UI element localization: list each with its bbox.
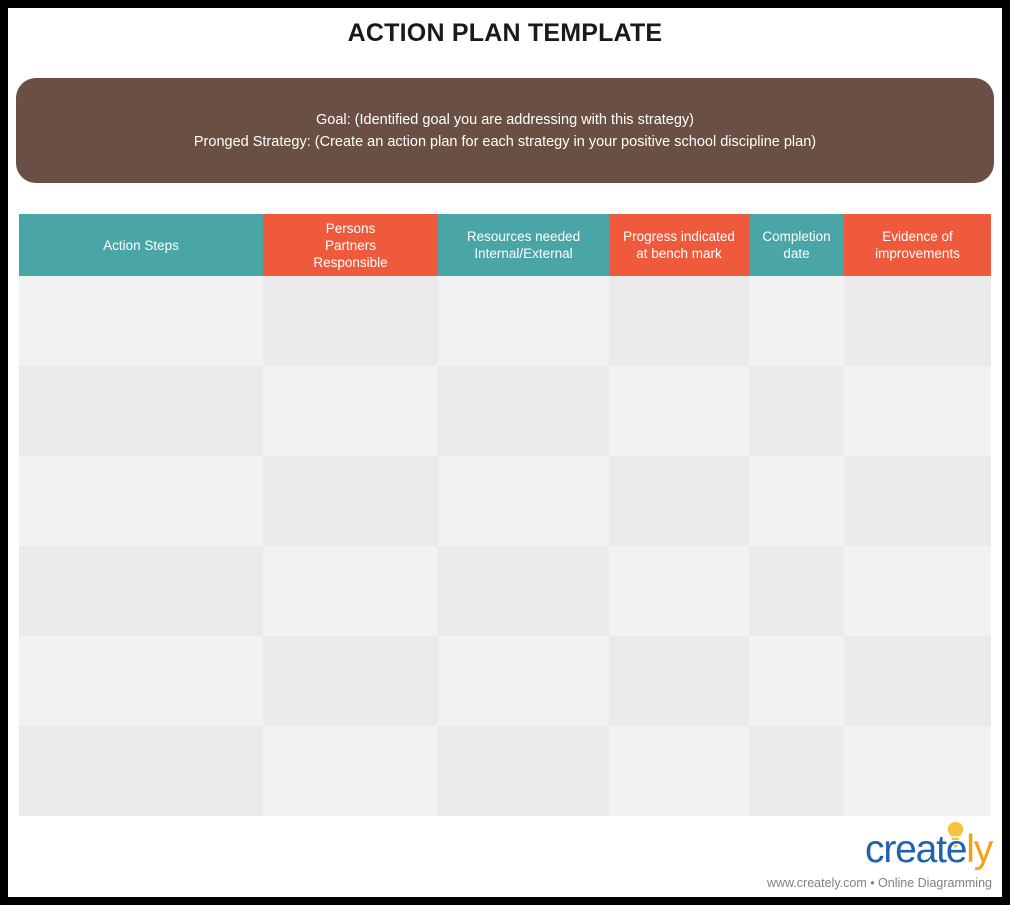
logo-tagline: www.creately.com • Online Diagramming: [766, 876, 992, 890]
table-cell[interactable]: [609, 276, 749, 366]
table-cell[interactable]: [19, 366, 263, 456]
table-cell[interactable]: [609, 726, 749, 816]
table-row: [19, 276, 991, 366]
table-cell[interactable]: [263, 636, 438, 726]
table-row: [19, 366, 991, 456]
table-cell[interactable]: [844, 726, 991, 816]
table-body: [19, 276, 991, 816]
table-cell[interactable]: [438, 366, 609, 456]
table-row: [19, 546, 991, 636]
table-cell[interactable]: [844, 546, 991, 636]
table-header-label: Persons Partners Responsible: [313, 220, 388, 270]
table-cell[interactable]: [438, 456, 609, 546]
table-cell[interactable]: [844, 456, 991, 546]
strategy-line: Pronged Strategy: (Create an action plan…: [193, 133, 817, 150]
action-plan-table: Action Steps Persons Partners Responsible Re…: [19, 214, 991, 816]
creately-logo[interactable]: create ly www.creately.com • Online Diagr…: [766, 822, 1000, 892]
table-cell[interactable]: [438, 546, 609, 636]
table-cell[interactable]: [19, 546, 263, 636]
table-row: [19, 636, 991, 726]
document-page: ACTION PLAN TEMPLATE Goal: (Identified g…: [8, 8, 1002, 897]
table-cell[interactable]: [263, 546, 438, 636]
table-cell[interactable]: [19, 456, 263, 546]
table-header-label: Completion date: [762, 229, 831, 261]
table-cell[interactable]: [749, 636, 844, 726]
table-header-label: Evidence of improvements: [875, 229, 960, 261]
table-cell[interactable]: [263, 456, 438, 546]
table-cell[interactable]: [749, 366, 844, 456]
table-row: [19, 726, 991, 816]
table-cell[interactable]: [844, 366, 991, 456]
table-header-cell: Resources needed Internal/External: [438, 214, 609, 276]
table-row: [19, 456, 991, 546]
creately-wordmark: create ly: [865, 828, 993, 871]
table-cell[interactable]: [609, 366, 749, 456]
table-header-row: Action Steps Persons Partners Responsible Re…: [19, 214, 991, 276]
goal-banner: Goal: (Identified goal you are addressin…: [16, 78, 994, 183]
logo-text-ly: ly: [966, 828, 993, 871]
table-cell[interactable]: [609, 636, 749, 726]
table-cell[interactable]: [609, 546, 749, 636]
table-cell[interactable]: [749, 546, 844, 636]
table-cell[interactable]: [263, 726, 438, 816]
table-cell[interactable]: [19, 276, 263, 366]
table-cell[interactable]: [438, 636, 609, 726]
table-header-cell: Evidence of improvements: [844, 214, 991, 276]
table-cell[interactable]: [438, 276, 609, 366]
table-cell[interactable]: [749, 276, 844, 366]
table-cell[interactable]: [609, 456, 749, 546]
table-header-cell: Progress indicated at bench mark: [609, 214, 749, 276]
table-header-cell: Persons Partners Responsible: [263, 214, 438, 276]
table-cell[interactable]: [263, 366, 438, 456]
page-title: ACTION PLAN TEMPLATE: [347, 19, 663, 47]
table-cell[interactable]: [438, 726, 609, 816]
goal-line: Goal: (Identified goal you are addressin…: [315, 111, 694, 128]
table-header-cell: Action Steps: [19, 214, 263, 276]
table-cell[interactable]: [749, 456, 844, 546]
table-cell[interactable]: [19, 636, 263, 726]
table-cell[interactable]: [844, 636, 991, 726]
table-header-label: Resources needed Internal/External: [466, 229, 581, 261]
table-header-cell: Completion date: [749, 214, 844, 276]
table-cell[interactable]: [19, 726, 263, 816]
table-cell[interactable]: [749, 726, 844, 816]
logo-text-create: create: [865, 828, 967, 871]
table-header-label: Progress indicated at bench mark: [623, 229, 735, 261]
table-cell[interactable]: [844, 276, 991, 366]
table-header-label: Action Steps: [103, 237, 179, 253]
table-cell[interactable]: [263, 276, 438, 366]
